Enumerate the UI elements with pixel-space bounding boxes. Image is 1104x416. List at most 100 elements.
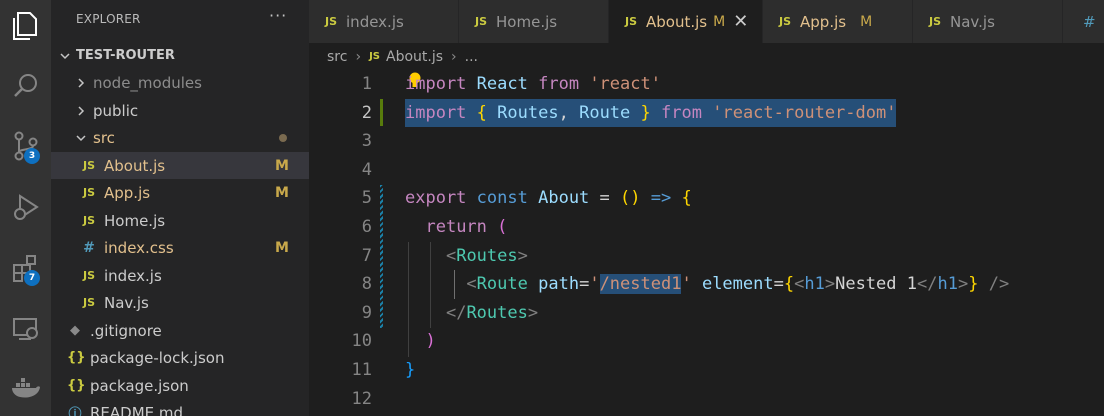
project-folder-label: TEST-ROUTER xyxy=(76,48,175,63)
breadcrumb-more[interactable]: ... xyxy=(465,49,478,65)
scm-badge: 3 xyxy=(24,148,40,164)
tab-home-js[interactable]: JS Home.js xyxy=(459,0,609,43)
js-file-icon: JS xyxy=(369,51,380,62)
json-file-icon: {} xyxy=(67,378,86,393)
tree-item-index-js[interactable]: JS index.js xyxy=(51,262,309,289)
source-control-icon[interactable]: 3 xyxy=(0,122,51,170)
tab-app-js[interactable]: JS App.js M xyxy=(763,0,913,43)
code-line[interactable]: 3 xyxy=(309,127,1104,156)
code-line[interactable]: 12 xyxy=(309,385,1104,414)
remote-explorer-icon[interactable] xyxy=(0,305,51,353)
tree-item-package-lock-json[interactable]: {} package-lock.json xyxy=(51,344,309,371)
code-text: } xyxy=(405,360,416,380)
tab-overflow[interactable]: # xyxy=(1063,0,1104,43)
code-line[interactable]: 2 import { Routes, Route } from 'react-ro… xyxy=(309,98,1104,128)
line-number: 6 xyxy=(361,217,372,237)
line-number: 2 xyxy=(361,102,372,123)
tree-item-about-js[interactable]: JS About.js M xyxy=(51,152,309,179)
line-number: 11 xyxy=(351,360,372,380)
extensions-icon[interactable]: 7 xyxy=(0,244,51,292)
tree-item-label: .gitignore xyxy=(90,321,162,340)
files-icon[interactable] xyxy=(0,2,51,50)
tree-item-readme-md[interactable]: ⓘ README.md xyxy=(51,399,309,416)
modified-badge: M xyxy=(275,157,289,174)
line-number: 12 xyxy=(351,388,372,409)
code-text: return ( xyxy=(425,217,508,237)
js-file-icon: JS xyxy=(82,269,95,282)
tree-item-gitignore[interactable]: ◆ .gitignore xyxy=(51,317,309,344)
chevron-right-icon xyxy=(78,77,85,88)
tab-modified-badge: M xyxy=(860,13,873,30)
tree-item-label: About.js xyxy=(104,156,166,175)
tree-item-label: App.js xyxy=(104,183,151,202)
line-number: 9 xyxy=(361,302,372,323)
code-editor[interactable]: 1 import React from 'react' 2 import { Rout… xyxy=(309,70,1104,416)
line-number: 3 xyxy=(361,131,372,152)
code-line[interactable]: 6 return ( xyxy=(309,213,1104,242)
code-text: <Routes> xyxy=(445,245,528,266)
js-file-icon: JS xyxy=(325,15,338,28)
code-line[interactable]: 5 export const About = () => { xyxy=(309,184,1104,213)
search-icon[interactable] xyxy=(0,62,51,110)
code-line[interactable]: 9 </Routes> xyxy=(309,299,1104,328)
tree-item-label: src xyxy=(93,128,115,147)
docker-icon[interactable] xyxy=(0,364,51,412)
line-number: 5 xyxy=(361,188,372,209)
breadcrumb-folder[interactable]: src xyxy=(327,49,347,65)
code-text: export const About = () => { xyxy=(405,188,692,209)
code-text: import { Routes, Route } from 'react-rou… xyxy=(405,98,897,128)
explorer-more-actions-button[interactable]: ··· xyxy=(269,6,287,25)
tab-label: App.js xyxy=(800,12,847,31)
run-debug-icon[interactable] xyxy=(0,183,51,231)
code-line[interactable]: 1 import React from 'react' xyxy=(309,70,1104,99)
tab-label: index.js xyxy=(346,12,404,31)
code-line[interactable]: 11} xyxy=(309,356,1104,385)
js-file-icon: JS xyxy=(779,15,792,28)
tree-item-index-css[interactable]: # index.css M xyxy=(51,234,309,261)
code-line[interactable]: 10 ) xyxy=(309,327,1104,356)
tab-label: Nav.js xyxy=(950,12,995,31)
tab-nav-js[interactable]: JS Nav.js xyxy=(913,0,1063,43)
tree-item-label: README.md xyxy=(90,403,184,416)
close-icon[interactable]: ✕ xyxy=(733,11,748,32)
tree-item-label: Nav.js xyxy=(104,293,149,312)
tree-item-package-json[interactable]: {} package.json xyxy=(51,372,309,399)
tree-item-app-js[interactable]: JS App.js M xyxy=(51,179,309,206)
tab-index-js[interactable]: JS index.js xyxy=(309,0,459,43)
modified-dot-icon xyxy=(279,133,287,142)
line-number: 1 xyxy=(361,74,372,94)
tree-item-src[interactable]: src xyxy=(51,124,309,151)
breadcrumb-file[interactable]: About.js xyxy=(386,49,443,65)
js-file-icon: JS xyxy=(82,296,95,309)
tree-item-nav-js[interactable]: JS Nav.js xyxy=(51,289,309,316)
line-number: 7 xyxy=(361,245,372,266)
code-text: <Route path='/nested1' element={<h1>Nest… xyxy=(466,274,1010,295)
extensions-badge: 7 xyxy=(24,270,40,286)
css-file-icon: # xyxy=(83,239,95,256)
chevron-down-icon xyxy=(60,52,70,59)
code-text: import React from 'react' xyxy=(405,74,661,94)
js-file-icon: JS xyxy=(625,15,638,28)
code-line[interactable]: 8 <Route path='/nested1' element={<h1>Ne… xyxy=(309,270,1104,299)
project-folder-row[interactable]: TEST-ROUTER xyxy=(51,42,309,69)
tab-about-js[interactable]: JS About.js M ✕ xyxy=(609,0,763,43)
tree-item-node-modules[interactable]: node_modules xyxy=(51,69,309,96)
line-number: 10 xyxy=(351,331,372,352)
tree-item-public[interactable]: public xyxy=(51,97,309,124)
code-line[interactable]: 4 xyxy=(309,156,1104,185)
tab-label: About.js xyxy=(646,12,708,31)
js-file-icon: JS xyxy=(82,186,95,199)
chevron-right-icon xyxy=(78,105,85,116)
json-file-icon: {} xyxy=(67,350,86,365)
tree-item-label: node_modules xyxy=(93,73,202,92)
line-number: 8 xyxy=(361,274,372,295)
code-text: </Routes> xyxy=(445,302,539,323)
activity-bar: 3 7 xyxy=(0,0,51,416)
js-file-icon: JS xyxy=(475,15,488,28)
code-line[interactable]: 7 <Routes> xyxy=(309,242,1104,271)
breadcrumb: src › JS About.js › ... xyxy=(309,43,1104,70)
explorer-panel: EXPLORER ··· TEST-ROUTER node_modules pu… xyxy=(51,0,309,416)
js-file-icon: JS xyxy=(82,159,95,172)
modified-badge: M xyxy=(275,239,289,256)
tree-item-home-js[interactable]: JS Home.js xyxy=(51,207,309,234)
